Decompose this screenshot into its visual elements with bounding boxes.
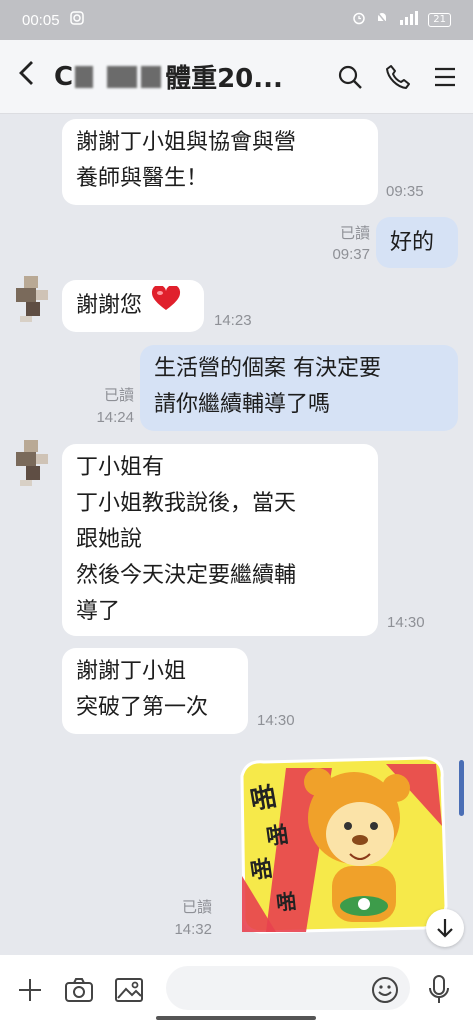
- message-text: 請你繼續輔導了嗎: [154, 392, 331, 417]
- message-bubble-outgoing[interactable]: 生活營的個案 有決定要 請你繼續輔導了嗎: [140, 345, 458, 431]
- status-bar: 00:05 21: [0, 0, 473, 40]
- avatar[interactable]: [12, 440, 52, 486]
- chat-title-prefix: C: [54, 61, 74, 92]
- message-time: 14:32: [174, 921, 212, 938]
- signal-icon: [398, 11, 419, 29]
- message-text: 丁小姐教我說後，當天: [76, 491, 297, 516]
- mic-icon[interactable]: [427, 974, 451, 1010]
- camera-icon[interactable]: [64, 977, 94, 1003]
- message-text: 突破了第一次: [76, 695, 209, 720]
- chat-title: C 體重20...: [54, 58, 283, 95]
- read-receipt: 已讀: [103, 387, 134, 404]
- message-time: 09:37: [332, 246, 370, 263]
- alarm-icon: [352, 11, 366, 29]
- message-time: 14:30: [387, 614, 425, 631]
- message-time: 09:35: [386, 183, 424, 200]
- instagram-icon: [69, 11, 84, 29]
- message-text: 丁小姐有: [76, 455, 165, 480]
- mute-icon: [376, 11, 388, 29]
- arrow-down-icon[interactable]: [426, 909, 464, 947]
- message-time: 14:30: [257, 712, 295, 729]
- message-bubble-incoming[interactable]: 謝謝丁小姐與協會與營 養師與醫生！: [62, 119, 378, 205]
- message-bubble-incoming[interactable]: 丁小姐有 丁小姐教我說後，當天 跟她說 然後今天決定要繼續輔 導了: [62, 444, 378, 636]
- message-time: 14:24: [96, 409, 134, 426]
- avatar[interactable]: [12, 276, 52, 322]
- message-bubble-incoming[interactable]: 謝謝您: [62, 280, 204, 332]
- image-icon[interactable]: [114, 977, 144, 1003]
- heart-icon: [151, 284, 181, 326]
- search-icon[interactable]: [337, 64, 363, 90]
- message-text: 跟她說: [76, 527, 143, 552]
- message-text: 謝謝丁小姐: [76, 659, 187, 684]
- message-text: 導了: [76, 599, 121, 624]
- chevron-left-icon[interactable]: [16, 59, 48, 95]
- read-receipt: 已讀: [339, 225, 370, 242]
- message-text: 謝謝您: [76, 293, 143, 318]
- message-text: 謝謝丁小姐與協會與營: [76, 130, 297, 155]
- message-text: 生活營的個案 有決定要: [154, 356, 381, 381]
- plus-icon[interactable]: [16, 976, 44, 1004]
- chat-header: C 體重20...: [0, 40, 473, 114]
- message-time: 14:23: [214, 312, 252, 329]
- redacted-name: [141, 65, 162, 88]
- lion-clapping-sticker[interactable]: 啪 啪 啪 啪: [236, 756, 448, 934]
- message-text: 養師與醫生！: [76, 166, 209, 191]
- message-bubble-incoming[interactable]: 謝謝丁小姐 突破了第一次: [62, 648, 248, 734]
- sticker-text: 啪: [264, 822, 290, 851]
- sticker-text: 啪: [274, 889, 298, 915]
- chat-title-suffix: 體重20...: [165, 64, 283, 94]
- scrollbar[interactable]: [459, 760, 464, 816]
- emoji-icon[interactable]: [371, 976, 399, 1008]
- phone-icon[interactable]: [385, 64, 411, 90]
- redacted-name: [107, 65, 138, 88]
- read-receipt: 已讀: [181, 899, 212, 916]
- message-text: 然後今天決定要繼續輔: [76, 563, 297, 588]
- menu-icon[interactable]: [433, 66, 457, 88]
- redacted-name: [75, 65, 94, 88]
- battery-icon: 21: [428, 13, 451, 27]
- message-bubble-outgoing[interactable]: 好的: [376, 217, 458, 268]
- status-time: 00:05: [22, 11, 60, 29]
- home-indicator: [156, 1016, 316, 1020]
- message-text: 好的: [390, 230, 435, 255]
- sticker-text: 啪: [248, 856, 274, 885]
